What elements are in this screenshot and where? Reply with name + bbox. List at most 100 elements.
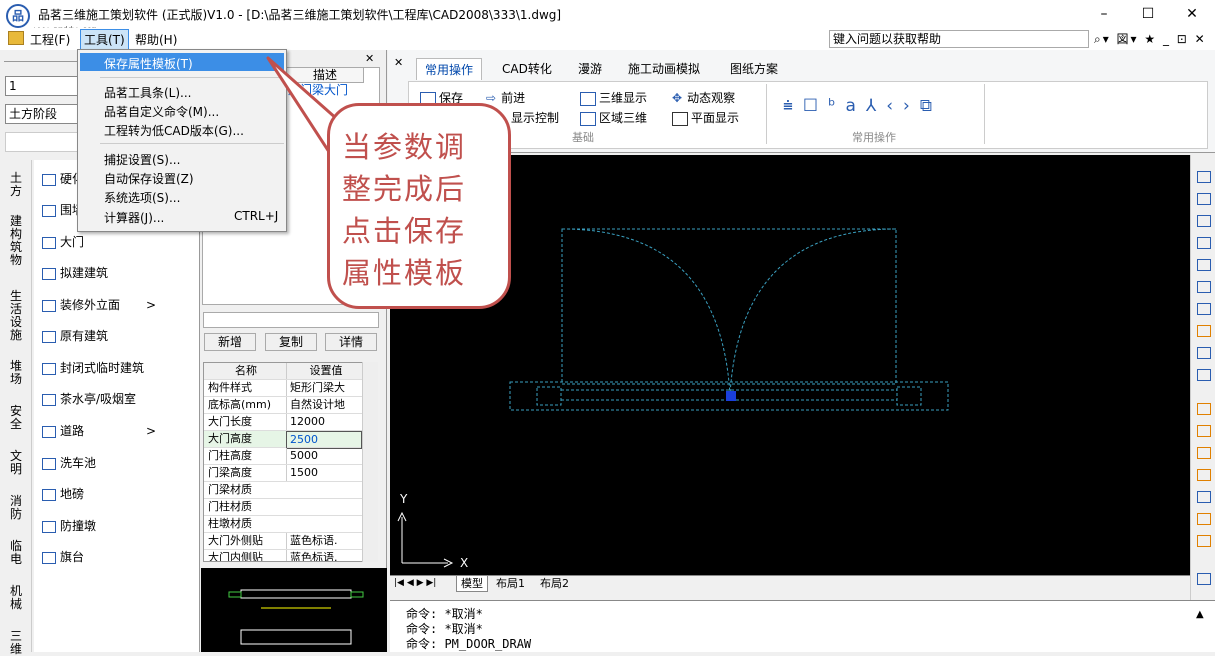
bollard-icon [42, 520, 56, 533]
category-item[interactable]: 防撞墩 [42, 515, 96, 537]
table-row-selected[interactable]: 大门高度 2500 [204, 431, 362, 449]
plan-display-button[interactable]: 平面显示 [672, 109, 739, 126]
tool-icon[interactable] [1197, 469, 1211, 481]
tool-icon[interactable] [1197, 369, 1211, 381]
vtab-living[interactable]: 生活设施 [10, 290, 26, 342]
tool-icon[interactable] [1197, 325, 1211, 337]
grip-point[interactable] [726, 391, 736, 401]
region-3d-button[interactable]: 区域三维 [580, 109, 647, 126]
tool-icon[interactable] [1197, 513, 1211, 525]
maximize-button[interactable]: ☐ [1126, 0, 1170, 28]
menu-project[interactable]: 工程(F) [30, 31, 70, 48]
tool-icon[interactable] [1197, 193, 1211, 205]
menu-tools[interactable]: 工具(T) [80, 29, 129, 50]
vtab-machinery[interactable]: 机械 [10, 585, 26, 611]
tool-icon[interactable] [1197, 573, 1211, 585]
group-common: 常用操作 [852, 131, 896, 144]
help-search-input[interactable]: 键入问题以获取帮助 [829, 30, 1089, 48]
menu-item-custom-command[interactable]: 品茗自定义命令(M)... [104, 103, 219, 120]
tool-icon[interactable] [1197, 447, 1211, 459]
menu-item-save-template[interactable]: 保存属性模板(T) [104, 55, 193, 72]
tool-icon[interactable] [1197, 303, 1211, 315]
command-window[interactable]: 命令: *取消* 命令: *取消* 命令: PM_DOOR_DRAW ▲ [390, 600, 1215, 652]
tab-model[interactable]: 模型 [456, 576, 488, 592]
tool-icon[interactable] [1197, 535, 1211, 547]
menu-item-lower-cad[interactable]: 工程转为低CAD版本(G)... [104, 122, 244, 139]
properties-scrollbar[interactable] [362, 362, 378, 562]
menu-item-toolbar[interactable]: 品茗工具条(L)... [104, 84, 192, 101]
tab-animation[interactable]: 施工动画模拟 [620, 58, 708, 80]
vtab-yard[interactable]: 堆场 [10, 360, 26, 386]
vtab-safety[interactable]: 安全 [10, 405, 26, 431]
table-row[interactable]: 门梁高度 1500 [204, 465, 362, 482]
component-name-input[interactable] [203, 312, 379, 328]
category-item[interactable]: 拟建建筑 [42, 262, 108, 284]
tool-icon[interactable] [1197, 171, 1211, 183]
dynamic-orbit-button[interactable]: ✥ 动态观察 [672, 89, 735, 106]
table-row[interactable]: 柱墩材质 [204, 516, 362, 533]
tab-layout1[interactable]: 布局1 [496, 576, 525, 591]
close-icon[interactable]: ✕ [365, 53, 377, 66]
category-item[interactable]: 地磅 [42, 483, 84, 505]
table-row[interactable]: 构件样式 矩形门梁大 [204, 380, 362, 397]
category-item[interactable]: 原有建筑 [42, 325, 108, 347]
tool-icon[interactable] [1197, 215, 1211, 227]
table-row[interactable]: 大门长度 12000 [204, 414, 362, 431]
table-row[interactable]: 门柱材质 [204, 499, 362, 516]
minimize-button[interactable]: – [1082, 0, 1126, 28]
tab-common-ops[interactable]: 常用操作 [416, 58, 483, 80]
tools-dropdown-menu: 保存属性模板(T) 品茗工具条(L)... 品茗自定义命令(M)... 工程转为… [77, 49, 287, 232]
category-item[interactable]: 旗台 [42, 546, 84, 568]
menu-item-calculator[interactable]: 计算器(J)... [104, 209, 164, 226]
display-control-button[interactable]: 显示控制 [511, 109, 559, 126]
table-row[interactable]: 底标高(mm) 自然设计地 [204, 397, 362, 414]
tool-icon[interactable] [1197, 281, 1211, 293]
close-button[interactable]: ✕ [1170, 0, 1214, 28]
orbit-icon: ✥ [672, 91, 683, 105]
layout-nav[interactable]: |◀ ◀ ▶ ▶| [394, 576, 436, 591]
vtab-earthwork[interactable]: 土方 [10, 172, 26, 198]
help-toolbar[interactable]: ⌕▾ 図▾ ★ _ ⊡ ✕ [1094, 30, 1207, 47]
chevron-right-icon: > [146, 298, 157, 312]
close-icon[interactable]: ✕ [394, 56, 403, 69]
column-header-description: 描述 [286, 67, 364, 83]
category-item[interactable]: 道路 > [42, 420, 192, 442]
category-item[interactable]: 封闭式临时建筑 [42, 357, 144, 379]
tool-icon[interactable] [1197, 491, 1211, 503]
details-button[interactable]: 详情 [325, 333, 377, 351]
tool-icon[interactable] [1197, 347, 1211, 359]
vtab-fire[interactable]: 消防 [10, 495, 26, 521]
copy-button[interactable]: 复制 [265, 333, 317, 351]
tool-icon[interactable] [1197, 425, 1211, 437]
tab-roam[interactable]: 漫游 [570, 58, 610, 80]
tool-icon[interactable] [1197, 237, 1211, 249]
tool-icon[interactable] [1197, 403, 1211, 415]
menu-item-snap-settings[interactable]: 捕捉设置(S)... [104, 151, 180, 168]
category-item[interactable]: 茶水亭/吸烟室 [42, 388, 136, 410]
menu-help[interactable]: 帮助(H) [135, 31, 177, 48]
tab-cad-convert[interactable]: CAD转化 [494, 58, 560, 80]
category-item[interactable]: 大门 [42, 231, 84, 253]
command-line: 命令: *取消* [406, 622, 483, 636]
scroll-up-icon[interactable]: ▲ [1196, 609, 1204, 620]
3d-display-button[interactable]: 三维显示 [580, 89, 647, 106]
vtab-civil[interactable]: 文明 [10, 450, 26, 476]
table-row[interactable]: 大门外侧贴 蓝色标语. [204, 533, 362, 550]
table-row[interactable]: 大门内侧贴 蓝色标语. [204, 550, 362, 561]
tab-drawing-plan[interactable]: 图纸方案 [722, 58, 786, 80]
vtab-3d[interactable]: 三维 [10, 630, 26, 656]
menu-item-system-options[interactable]: 系统选项(S)... [104, 189, 180, 206]
tool-icon[interactable] [1197, 259, 1211, 271]
menu-item-autosave[interactable]: 自动保存设置(Z) [104, 170, 194, 187]
tab-layout2[interactable]: 布局2 [540, 576, 569, 591]
component-description-cell[interactable]: 形门梁大门 [286, 83, 360, 99]
common-tools-icons[interactable]: ⩧☐ᵇa⅄‹›⧉ [783, 96, 942, 116]
vtab-buildings[interactable]: 建构筑物 [10, 215, 26, 267]
add-button[interactable]: 新增 [204, 333, 256, 351]
table-row[interactable]: 门柱高度 5000 [204, 448, 362, 465]
category-item[interactable]: 洗车池 [42, 452, 96, 474]
table-row[interactable]: 门梁材质 [204, 482, 362, 499]
forward-button[interactable]: ⇨ 前进 [486, 89, 525, 106]
category-item[interactable]: 装修外立面 > [42, 294, 192, 316]
vtab-power[interactable]: 临电 [10, 540, 26, 566]
